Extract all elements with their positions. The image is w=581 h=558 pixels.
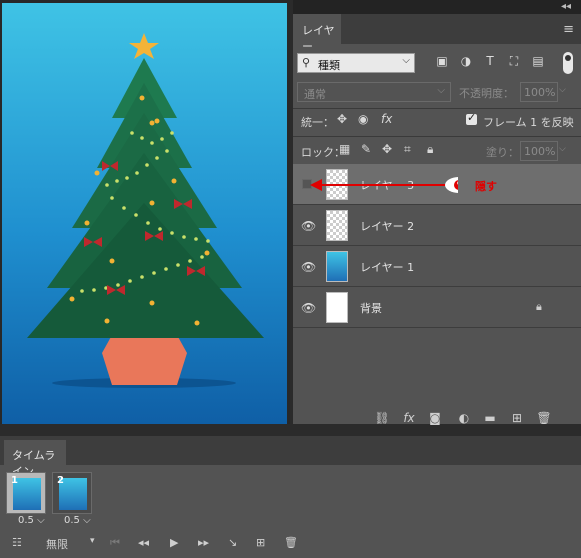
frame-number: 1 (11, 475, 18, 486)
layer-row[interactable]: 👁︎ 背景 🔒︎ (293, 287, 581, 328)
tab-timeline[interactable]: タイムライン (4, 440, 66, 478)
propagate-frame-checkbox[interactable] (466, 111, 477, 125)
collapse-panels-icon[interactable]: ◂◂ (561, 1, 571, 12)
tab-layers[interactable]: レイヤー (293, 14, 341, 53)
filter-shape-layers-icon[interactable]: ⛶ (506, 54, 522, 70)
filter-kind-label: 種類 (318, 59, 340, 72)
lock-position-icon[interactable]: ✥ (382, 142, 392, 156)
frame-delay-value: 0.5 (18, 515, 34, 526)
lock-transparent-pixels-icon[interactable]: ▦ (339, 142, 350, 156)
christmas-tree-illustration (27, 33, 264, 388)
chevron-down-icon: ⌵ (437, 85, 445, 96)
chevron-down-icon[interactable]: ▾ (90, 536, 95, 546)
delete-frame-icon[interactable]: 🗑︎ (284, 536, 298, 549)
propagate-frame-label: フレーム 1 を反映 (483, 116, 574, 129)
document-canvas-area[interactable] (0, 0, 290, 424)
layer-filter-kind-select[interactable]: ⚲ 種類 ⌵ (297, 53, 415, 73)
frame-delay-value: 0.5 (64, 515, 80, 526)
link-layers-icon[interactable]: ⛓ (374, 411, 390, 425)
new-adjustment-layer-icon[interactable]: ◐ (456, 411, 472, 425)
fill-label: 塗り： (486, 146, 519, 159)
eye-icon[interactable]: 👁︎ (301, 301, 316, 315)
duplicate-frame-icon[interactable]: ⊞ (256, 536, 265, 549)
layers-panel-tabbar: レイヤー ≡ (293, 14, 581, 53)
layer-thumbnail[interactable] (326, 210, 348, 241)
blend-mode-select[interactable]: 通常 ⌵ (297, 82, 451, 102)
add-layer-style-icon[interactable]: fx (401, 411, 417, 425)
previous-frame-icon[interactable]: ◂◂ (138, 536, 149, 549)
search-icon: ⚲ (302, 56, 311, 69)
chevron-down-icon[interactable]: ⌵ (559, 144, 566, 154)
add-mask-icon[interactable]: ◙ (427, 411, 443, 425)
lock-artboard-icon[interactable]: ⌗ (404, 142, 411, 157)
timeline-panel: タイムライン 1 0.5 ⌵ 2 0.5 ⌵ ☷ 無限 ▾ ⏮ ◂◂ ▶ ▸▸ … (0, 436, 581, 558)
play-icon[interactable]: ▶ (170, 536, 178, 549)
frame-delay[interactable]: 0.5 ⌵ (18, 515, 45, 526)
animation-frame[interactable]: 1 (6, 472, 46, 514)
chevron-down-icon[interactable]: ⌵ (559, 85, 566, 95)
next-frame-icon[interactable]: ▸▸ (198, 536, 209, 549)
lock-icon[interactable]: 🔒︎ (536, 300, 542, 314)
layer-row[interactable]: 👁︎ レイヤー 2 (293, 205, 581, 246)
filter-smart-objects-icon[interactable]: ▤ (530, 54, 546, 70)
eye-icon[interactable]: 👁︎ (301, 260, 316, 274)
layer-name[interactable]: レイヤー 2 (360, 218, 414, 234)
panel-menu-icon[interactable]: ≡ (563, 22, 574, 37)
filter-type-layers-icon[interactable]: T (482, 54, 498, 70)
frame-delay[interactable]: 0.5 ⌵ (64, 515, 91, 526)
layers-panel: レイヤー ≡ ⚲ 種類 ⌵ ▣ ◑ T ⛶ ▤ 通常 ⌵ 不透明度： 100% … (293, 14, 581, 425)
convert-to-video-timeline-icon[interactable]: ☷ (12, 536, 22, 549)
filter-toggle-switch[interactable] (563, 52, 573, 74)
layer-row[interactable]: 👁︎ レイヤー 1 (293, 246, 581, 287)
filter-adjustment-layers-icon[interactable]: ◑ (458, 54, 474, 70)
timeline-tabbar: タイムライン (0, 436, 581, 478)
unify-visibility-icon[interactable]: ◉ (358, 112, 368, 126)
christmas-tree-artwork[interactable] (2, 3, 287, 424)
unify-style-icon[interactable]: fx (381, 112, 392, 126)
opacity-label: 不透明度： (459, 87, 514, 100)
frame-number: 2 (57, 475, 64, 486)
lock-image-pixels-icon[interactable]: ✎ (361, 142, 371, 156)
animation-frame[interactable]: 2 (52, 472, 92, 514)
tween-icon[interactable]: ↘ (228, 536, 237, 549)
first-frame-icon[interactable]: ⏮ (110, 536, 120, 550)
timeline-controls: ☷ 無限 ▾ ⏮ ◂◂ ▶ ▸▸ ↘ ⊞ 🗑︎ (0, 530, 581, 558)
hide-annotation-arrow (310, 177, 458, 193)
layer-thumbnail[interactable] (326, 251, 348, 282)
new-group-icon[interactable]: ▬ (482, 411, 498, 425)
loop-options-select[interactable]: 無限 (46, 536, 68, 552)
layer-name[interactable]: 背景 (360, 300, 382, 316)
divider (293, 108, 581, 109)
divider (293, 136, 581, 137)
chevron-down-icon: ⌵ (402, 55, 410, 66)
unify-position-icon[interactable]: ✥ (337, 112, 347, 126)
layer-thumbnail[interactable] (326, 292, 348, 323)
blend-mode-value: 通常 (304, 88, 326, 101)
panel-dock-header: ◂◂ (293, 0, 581, 14)
fill-field[interactable]: 100% (520, 141, 558, 161)
layer-name[interactable]: レイヤー 1 (360, 259, 414, 275)
opacity-field[interactable]: 100% (520, 82, 558, 102)
eye-icon[interactable]: 👁︎ (301, 219, 316, 233)
new-layer-icon[interactable]: ⊞ (509, 411, 525, 425)
filter-pixel-layers-icon[interactable]: ▣ (434, 54, 450, 70)
lock-all-icon[interactable]: 🔒︎ (427, 142, 433, 157)
hide-annotation-label: 隠す (475, 180, 497, 193)
delete-layer-icon[interactable]: 🗑︎ (536, 411, 552, 425)
unify-label: 統一： (301, 116, 334, 129)
